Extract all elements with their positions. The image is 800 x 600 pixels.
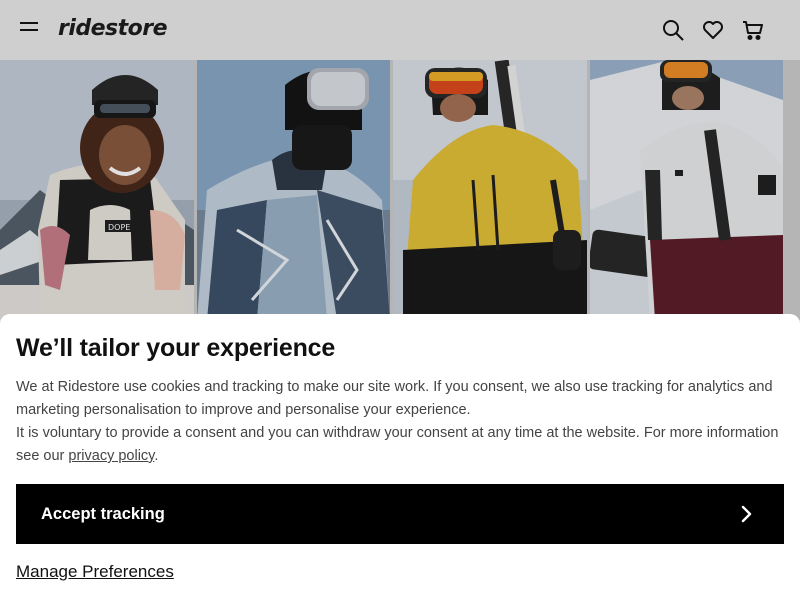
cookie-consent-sheet: We’ll tailor your experience We at Rides… (0, 314, 800, 600)
cookie-paragraph-1: We at Ridestore use cookies and tracking… (16, 379, 773, 418)
cookie-paragraph-2-end: . (154, 448, 159, 464)
privacy-policy-link[interactable]: privacy policy (68, 448, 154, 464)
menu-icon[interactable] (20, 22, 38, 38)
chevron-right-icon (741, 505, 752, 523)
cart-icon[interactable] (741, 18, 765, 42)
tile-1-print: DOPE (108, 223, 130, 232)
ridestore-logo[interactable]: ridestore (58, 16, 168, 41)
cookie-title: We’ll tailor your experience (16, 334, 336, 362)
site-header: ridestore (0, 0, 800, 60)
cookie-body: We at Ridestore use cookies and tracking… (16, 376, 786, 468)
accept-tracking-label: Accept tracking (41, 504, 165, 523)
cookie-paragraph-2: It is voluntary to provide a consent and… (16, 422, 786, 468)
hero-tile-3[interactable] (393, 60, 587, 320)
hero-tile-4[interactable] (590, 60, 783, 320)
hero-tile-2[interactable] (197, 60, 390, 320)
heart-icon[interactable] (701, 18, 725, 42)
manage-preferences-link[interactable]: Manage Preferences (16, 562, 174, 582)
accept-tracking-button[interactable]: Accept tracking (16, 484, 784, 544)
hero-tile-1[interactable]: DOPE (0, 60, 194, 320)
hero-banner[interactable]: DOPE (0, 60, 800, 320)
search-icon[interactable] (661, 18, 685, 42)
